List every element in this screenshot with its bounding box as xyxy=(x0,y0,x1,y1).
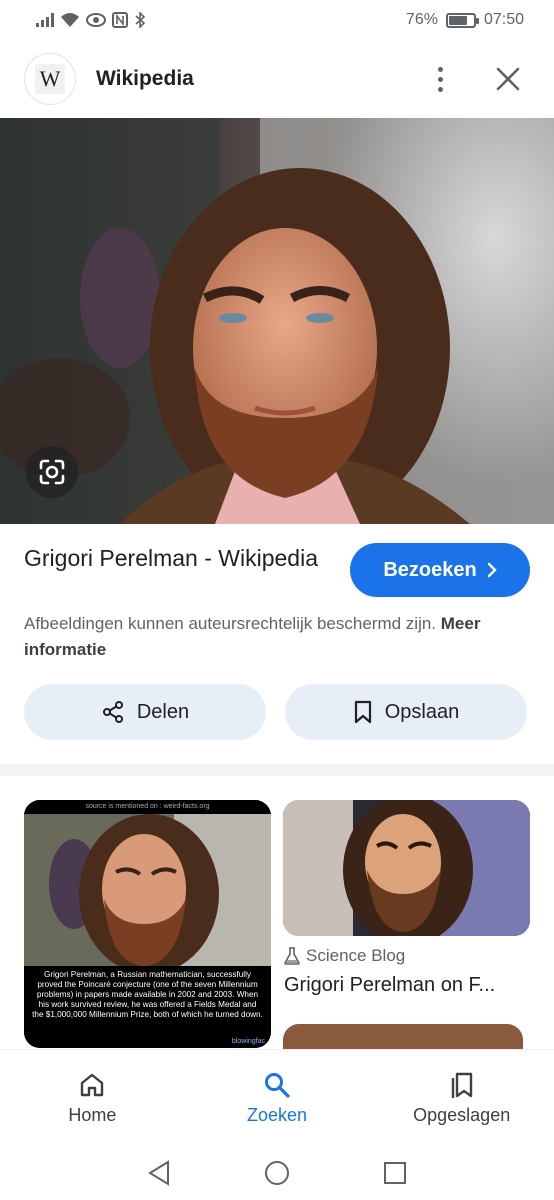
app-header: W Wikipedia xyxy=(0,40,554,118)
visit-button[interactable]: Bezoeken xyxy=(350,543,530,597)
source-row: Science Blog xyxy=(284,946,405,966)
save-button[interactable]: Opslaan xyxy=(285,684,527,740)
battery-percent: 76% xyxy=(405,11,438,28)
section-divider xyxy=(0,764,554,776)
nav-home[interactable]: Home xyxy=(0,1050,185,1146)
signal-icon xyxy=(36,13,54,27)
source-note: source is mentioned on : weird-facts.org xyxy=(24,800,271,814)
bluetooth-icon xyxy=(135,12,146,28)
share-icon xyxy=(102,701,123,723)
site-title: Wikipedia xyxy=(96,67,194,90)
nfc-icon xyxy=(112,12,128,28)
search-icon xyxy=(265,1072,290,1098)
back-button[interactable] xyxy=(139,1153,179,1193)
save-label: Opslaan xyxy=(384,700,460,723)
copyright-text: Afbeeldingen kunnen auteursrechtelijk be… xyxy=(24,614,437,633)
status-bar: 76% 07:50 xyxy=(0,0,554,40)
lens-icon xyxy=(39,459,65,485)
related-image-right xyxy=(283,800,530,936)
more-vert-icon xyxy=(437,66,443,92)
site-logo: W xyxy=(24,53,76,105)
close-icon xyxy=(496,67,520,91)
nav-saved-label: Opgeslagen xyxy=(413,1104,511,1125)
flask-icon xyxy=(284,947,300,965)
portrait-image xyxy=(0,118,554,524)
share-button[interactable]: Delen xyxy=(24,684,266,740)
battery-icon xyxy=(445,12,479,28)
home-icon xyxy=(81,1073,104,1096)
lens-search-button[interactable] xyxy=(26,446,78,498)
chevron-right-icon xyxy=(487,562,497,578)
system-navigation xyxy=(0,1146,554,1200)
bottom-navigation: Home Zoeken Opgeslagen xyxy=(0,1050,554,1146)
share-label: Delen xyxy=(136,700,190,723)
wifi-icon xyxy=(61,13,79,27)
home-system-button[interactable] xyxy=(257,1153,297,1193)
back-icon xyxy=(148,1160,169,1186)
source-name: Science Blog xyxy=(306,946,406,965)
clock: 07:50 xyxy=(483,11,524,28)
square-recents-icon xyxy=(384,1162,406,1184)
nav-search[interactable]: Zoeken xyxy=(185,1050,370,1146)
close-button[interactable] xyxy=(486,57,530,101)
nav-home-label: Home xyxy=(68,1104,117,1125)
more-options-button[interactable] xyxy=(418,57,462,101)
status-icons xyxy=(36,12,146,28)
related-title[interactable]: Grigori Perelman on F... xyxy=(284,974,530,997)
wikipedia-logo-icon: W xyxy=(35,64,65,94)
related-caption: Grigori Perelman, a Russian mathematicia… xyxy=(24,966,271,1048)
result-title[interactable]: Grigori Perelman - Wikipedia xyxy=(24,542,334,574)
collections-icon xyxy=(451,1072,472,1098)
circle-home-icon xyxy=(265,1161,289,1185)
copyright-notice: Afbeeldingen kunnen auteursrechtelijk be… xyxy=(24,611,494,663)
related-image-left xyxy=(24,814,271,966)
recents-button[interactable] xyxy=(375,1153,415,1193)
eye-icon xyxy=(86,13,106,27)
nav-search-label: Zoeken xyxy=(246,1104,308,1125)
related-card-right[interactable] xyxy=(283,800,530,936)
nav-saved[interactable]: Opgeslagen xyxy=(369,1050,554,1146)
related-card-left[interactable]: source is mentioned on : weird-facts.org… xyxy=(24,800,271,1048)
hero-image[interactable] xyxy=(0,118,554,524)
source-tag: blowingfac xyxy=(231,1038,265,1045)
visit-label: Bezoeken xyxy=(383,558,477,581)
bookmark-icon xyxy=(354,700,371,724)
